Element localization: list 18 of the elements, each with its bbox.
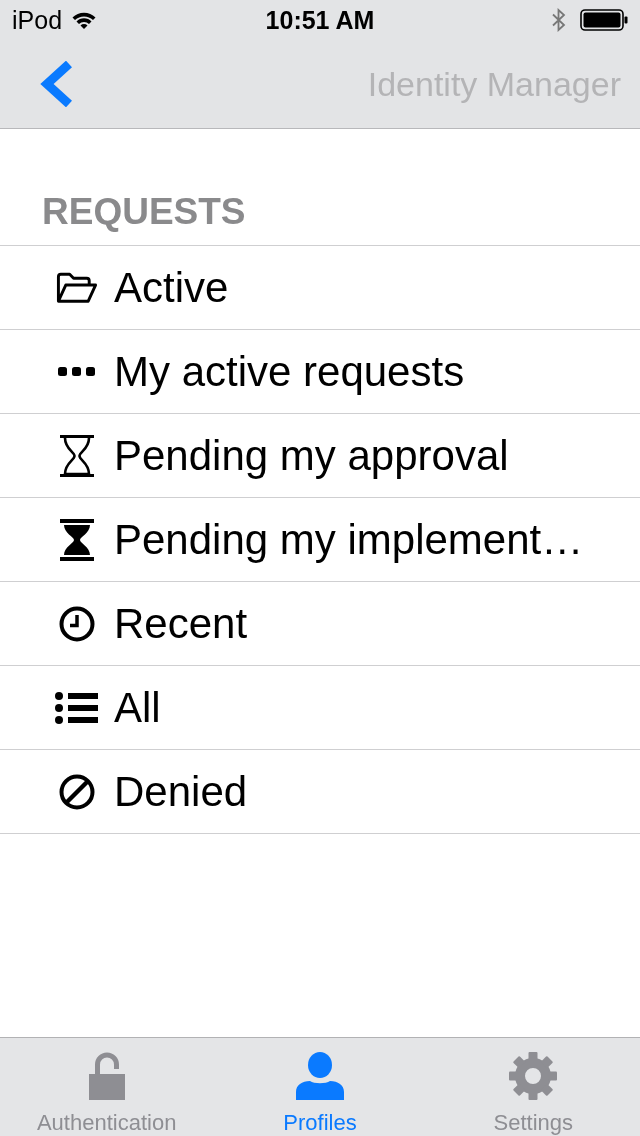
status-time: 10:51 AM [265, 5, 375, 35]
section-title: REQUESTS [42, 191, 246, 233]
lock-open-icon [88, 1052, 125, 1100]
list-icon [55, 691, 98, 724]
settings-icon [509, 1052, 558, 1100]
battery-icon [580, 9, 628, 31]
ellipsis-icon [58, 367, 95, 376]
hourglass-icon [59, 434, 94, 477]
carrier-name: iPod [12, 5, 63, 35]
wifi-icon [72, 11, 97, 29]
hourglass-filled-icon [59, 518, 94, 561]
bluetooth-icon [552, 8, 566, 32]
chevron-left-icon [38, 61, 72, 107]
person-icon [296, 1052, 344, 1100]
ban-icon [58, 773, 95, 810]
clock-icon [58, 605, 95, 642]
folder-icon [55, 270, 98, 305]
back-button[interactable] [38, 61, 72, 107]
